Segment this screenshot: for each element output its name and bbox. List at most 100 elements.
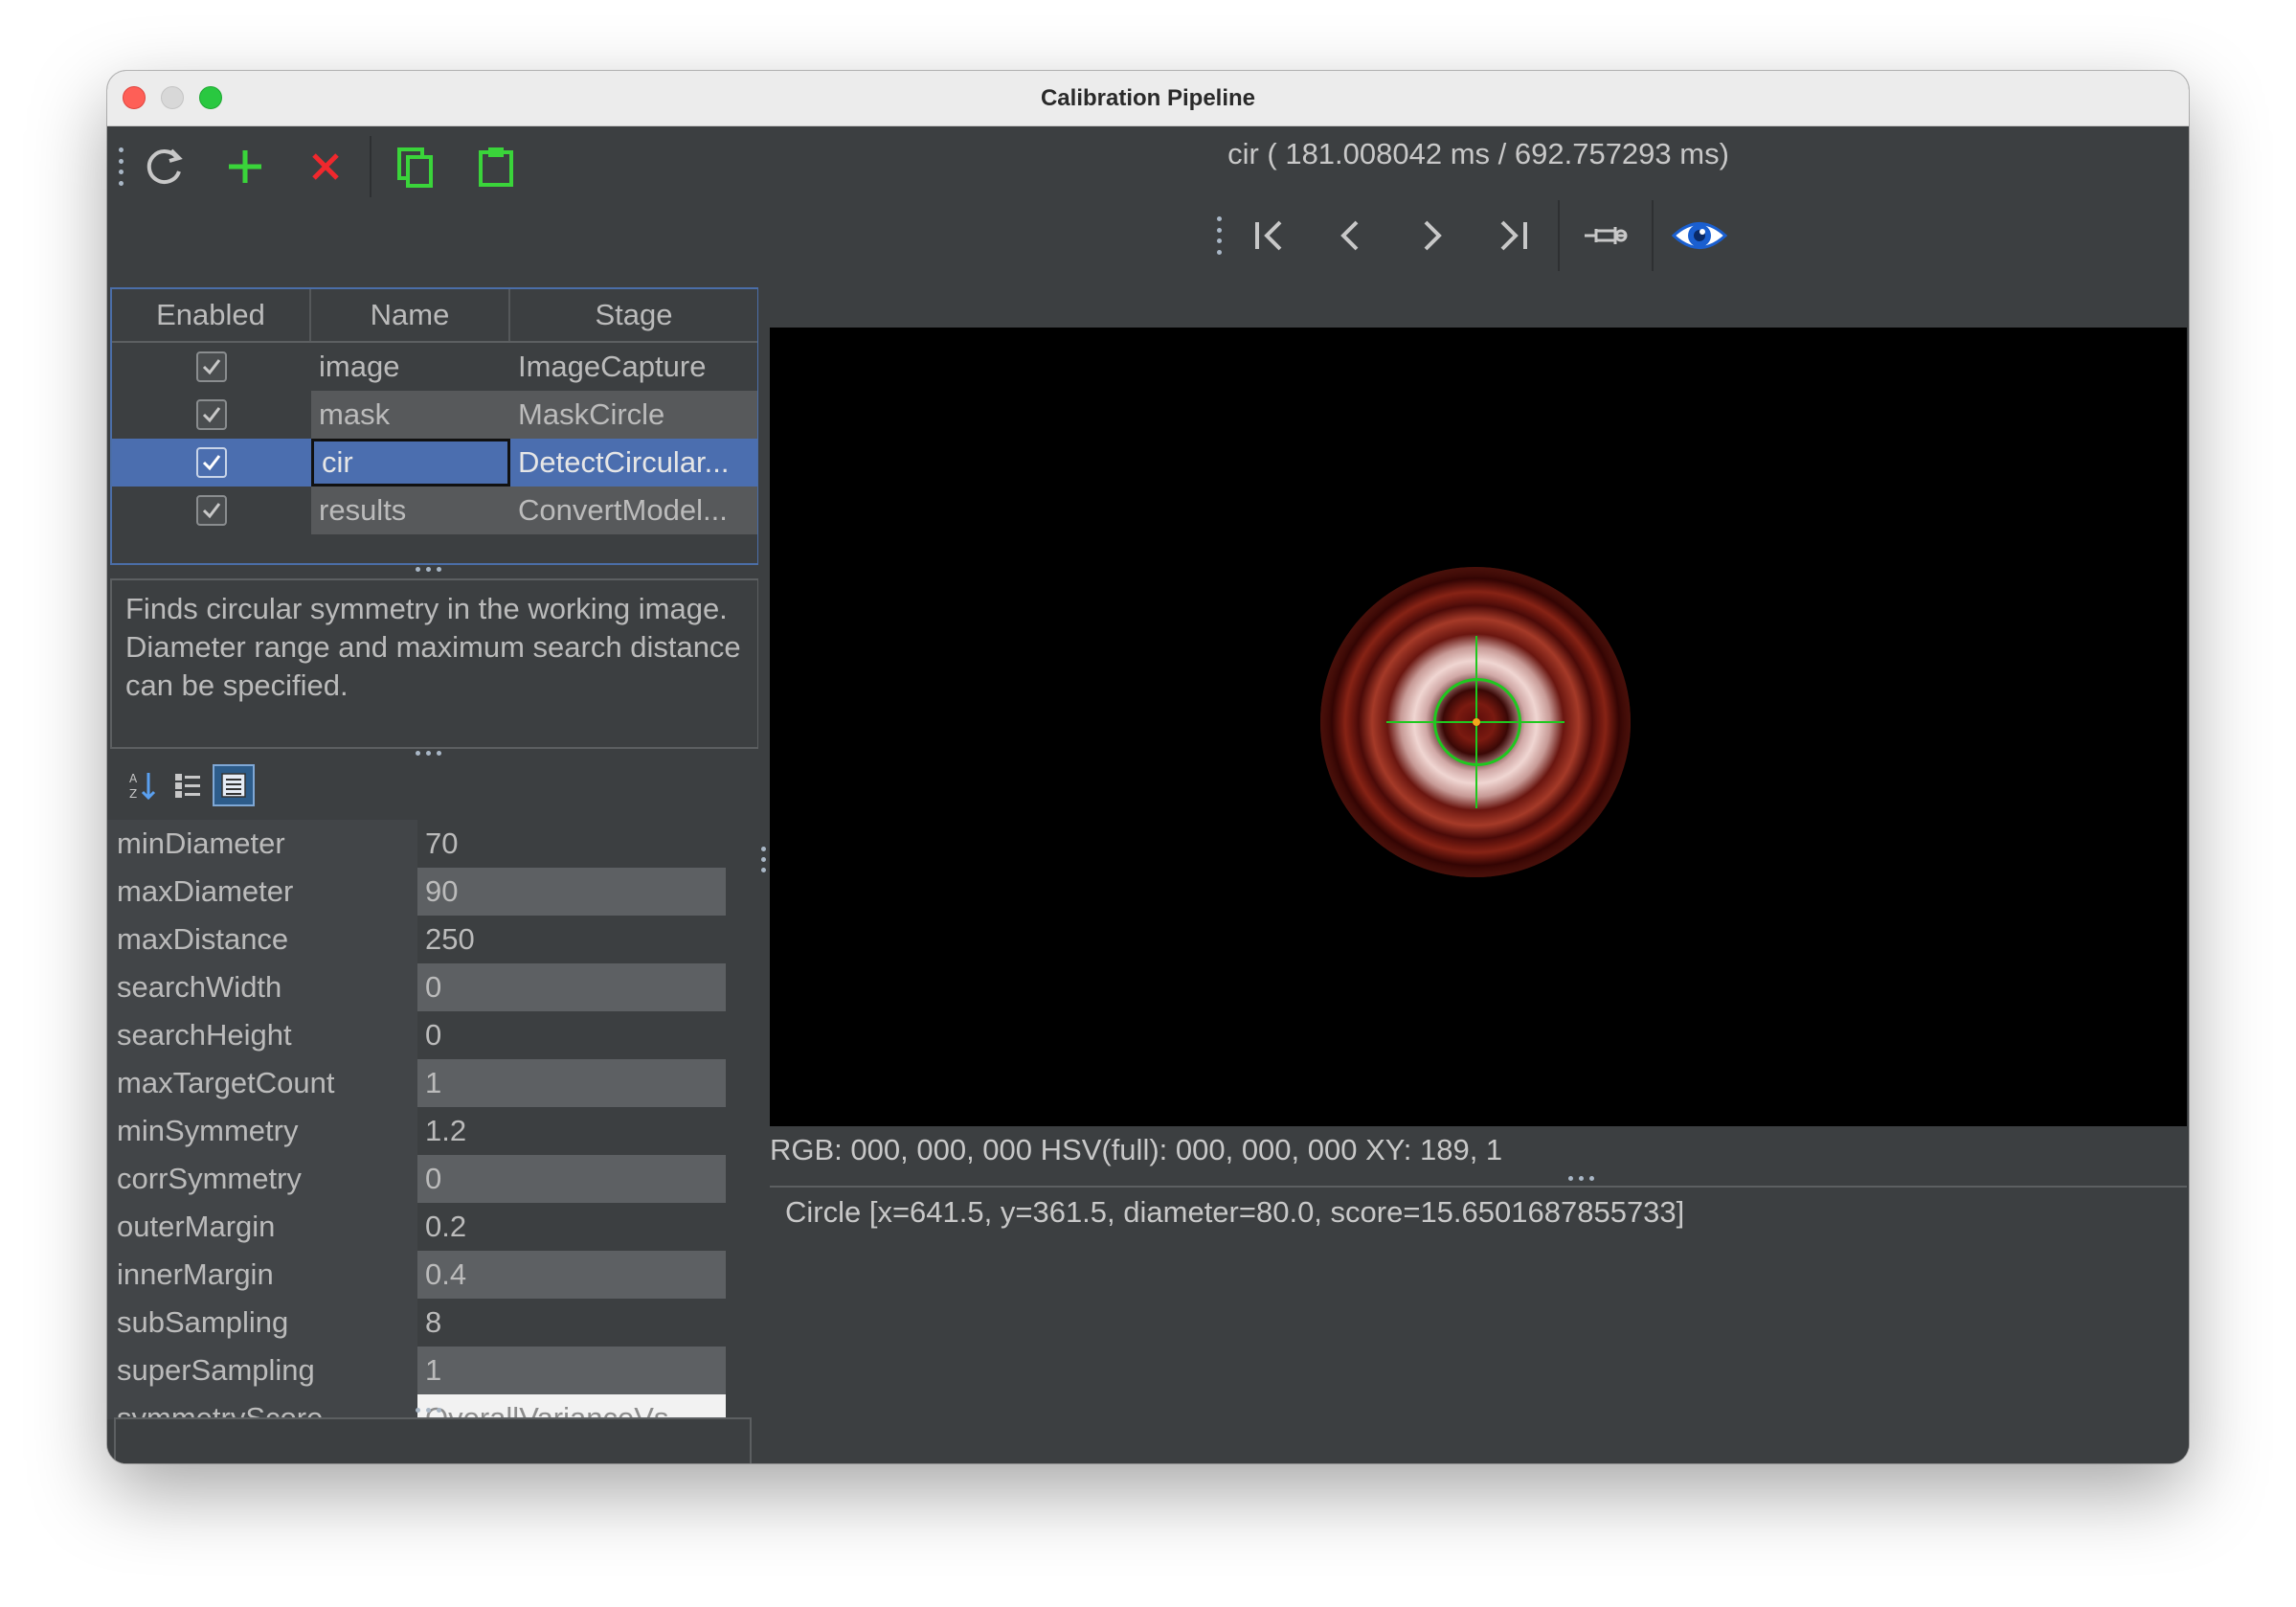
- enabled-checkbox[interactable]: [196, 351, 227, 382]
- maximize-window-button[interactable]: [199, 86, 222, 109]
- table-header: Enabled Name Stage: [112, 289, 757, 343]
- property-row[interactable]: symmetryScore OverallVarianceVs...: [107, 1394, 835, 1419]
- property-name: symmetryScore: [107, 1394, 417, 1419]
- skip-first-icon: [1255, 220, 1282, 251]
- splitter-handle[interactable]: [416, 751, 441, 756]
- property-value[interactable]: 0: [417, 1011, 726, 1059]
- pin-button[interactable]: [1565, 195, 1646, 276]
- remove-icon: [312, 153, 339, 180]
- previous-frame-button[interactable]: [1311, 195, 1391, 276]
- stage-type[interactable]: DetectCircular...: [510, 439, 757, 487]
- property-row[interactable]: corrSymmetry 0: [107, 1155, 835, 1203]
- property-name: maxDistance: [107, 916, 417, 963]
- svg-text:A: A: [129, 772, 138, 785]
- property-row[interactable]: innerMargin 0.4: [107, 1251, 835, 1299]
- copy-icon: [397, 147, 433, 188]
- stage-name[interactable]: image: [311, 343, 510, 391]
- last-frame-button[interactable]: [1472, 195, 1552, 276]
- pipeline-panel: Enabled Name Stage image ImageCapture ma…: [107, 126, 759, 1463]
- property-row[interactable]: superSampling 1: [107, 1347, 835, 1394]
- property-row[interactable]: minSymmetry 1.2: [107, 1107, 835, 1155]
- property-name: maxTargetCount: [107, 1059, 417, 1107]
- list-view-button[interactable]: [213, 764, 255, 806]
- enabled-checkbox[interactable]: [196, 447, 227, 478]
- minimize-window-button[interactable]: [161, 86, 184, 109]
- toolbar-separator: [370, 136, 371, 197]
- add-icon: [229, 150, 261, 183]
- stage-name[interactable]: results: [311, 487, 510, 534]
- property-value[interactable]: OverallVarianceVs...: [417, 1394, 726, 1419]
- splitter-handle[interactable]: [416, 567, 441, 572]
- stage-name[interactable]: mask: [311, 391, 510, 439]
- toolbar-grip[interactable]: [1217, 216, 1223, 255]
- property-row[interactable]: subSampling 8: [107, 1299, 835, 1347]
- vertical-splitter[interactable]: [758, 126, 768, 1463]
- result-output: Circle [x=641.5, y=361.5, diameter=80.0,…: [770, 1186, 2187, 1463]
- refresh-button[interactable]: [124, 126, 205, 207]
- property-value[interactable]: 0.4: [417, 1251, 726, 1299]
- property-row[interactable]: searchWidth 0: [107, 963, 835, 1011]
- stage-type[interactable]: ConvertModel...: [510, 487, 757, 534]
- next-frame-button[interactable]: [1391, 195, 1472, 276]
- viewer-title: cir ( 181.008042 ms / 692.757293 ms): [1227, 137, 1729, 170]
- app-window: Calibration Pipeline Enabled Name Stage …: [107, 71, 2189, 1463]
- property-value[interactable]: 90: [417, 868, 726, 916]
- table-row[interactable]: image ImageCapture: [112, 343, 757, 391]
- property-name: minDiameter: [107, 820, 417, 868]
- pipeline-table: Enabled Name Stage image ImageCapture ma…: [110, 287, 759, 565]
- first-frame-button[interactable]: [1230, 195, 1311, 276]
- visibility-toggle-button[interactable]: [1659, 195, 1740, 276]
- enabled-checkbox[interactable]: [196, 495, 227, 526]
- add-stage-button[interactable]: [205, 126, 285, 207]
- table-row[interactable]: results ConvertModel...: [112, 487, 757, 534]
- property-value[interactable]: 1: [417, 1347, 726, 1394]
- column-header-enabled[interactable]: Enabled: [112, 289, 311, 341]
- circle-center-marker: [1473, 718, 1480, 726]
- property-value[interactable]: 250: [417, 916, 726, 963]
- property-value[interactable]: 1: [417, 1059, 726, 1107]
- copy-button[interactable]: [375, 126, 456, 207]
- remove-stage-button[interactable]: [285, 126, 366, 207]
- window-controls: [123, 86, 222, 109]
- refresh-icon: [146, 148, 183, 185]
- splitter-handle[interactable]: [1568, 1176, 1594, 1181]
- categories-icon: [175, 774, 200, 798]
- splitter-handle[interactable]: [416, 1408, 441, 1413]
- stage-type[interactable]: ImageCapture: [510, 343, 757, 391]
- property-row[interactable]: outerMargin 0.2: [107, 1203, 835, 1251]
- property-name: maxDiameter: [107, 868, 417, 916]
- close-window-button[interactable]: [123, 86, 146, 109]
- title-bar: Calibration Pipeline: [107, 71, 2189, 126]
- pin-icon: [1585, 227, 1628, 244]
- sort-icon: A Z: [129, 772, 156, 801]
- categories-button[interactable]: [167, 764, 209, 806]
- property-row[interactable]: maxDistance 250: [107, 916, 835, 963]
- stage-name[interactable]: cir: [311, 439, 510, 487]
- toolbar-separator: [1558, 200, 1560, 271]
- property-value[interactable]: 0: [417, 1155, 726, 1203]
- property-value[interactable]: 8: [417, 1299, 726, 1347]
- property-name: searchHeight: [107, 1011, 417, 1059]
- table-row-selected[interactable]: cir DetectCircular...: [112, 439, 757, 487]
- pipeline-toolbar: [107, 126, 758, 207]
- column-header-stage[interactable]: Stage: [510, 289, 757, 341]
- table-row[interactable]: mask MaskCircle: [112, 391, 757, 439]
- property-value[interactable]: 1.2: [417, 1107, 726, 1155]
- property-value[interactable]: 70: [417, 820, 726, 868]
- pixel-status-bar: RGB: 000, 000, 000 HSV(full): 000, 000, …: [770, 1133, 1503, 1166]
- paste-button[interactable]: [456, 126, 536, 207]
- stage-type[interactable]: MaskCircle: [510, 391, 757, 439]
- property-row[interactable]: minDiameter 70: [107, 820, 835, 868]
- column-header-name[interactable]: Name: [311, 289, 510, 341]
- property-name: innerMargin: [107, 1251, 417, 1299]
- sort-button[interactable]: A Z: [121, 764, 163, 806]
- property-row[interactable]: maxTargetCount 1: [107, 1059, 835, 1107]
- enabled-checkbox[interactable]: [196, 399, 227, 430]
- property-value[interactable]: 0: [417, 963, 726, 1011]
- image-viewer[interactable]: [770, 328, 2187, 1126]
- property-row[interactable]: searchHeight 0: [107, 1011, 835, 1059]
- property-name: superSampling: [107, 1347, 417, 1394]
- paste-icon: [479, 147, 513, 187]
- property-row[interactable]: maxDiameter 90: [107, 868, 835, 916]
- property-value[interactable]: 0.2: [417, 1203, 726, 1251]
